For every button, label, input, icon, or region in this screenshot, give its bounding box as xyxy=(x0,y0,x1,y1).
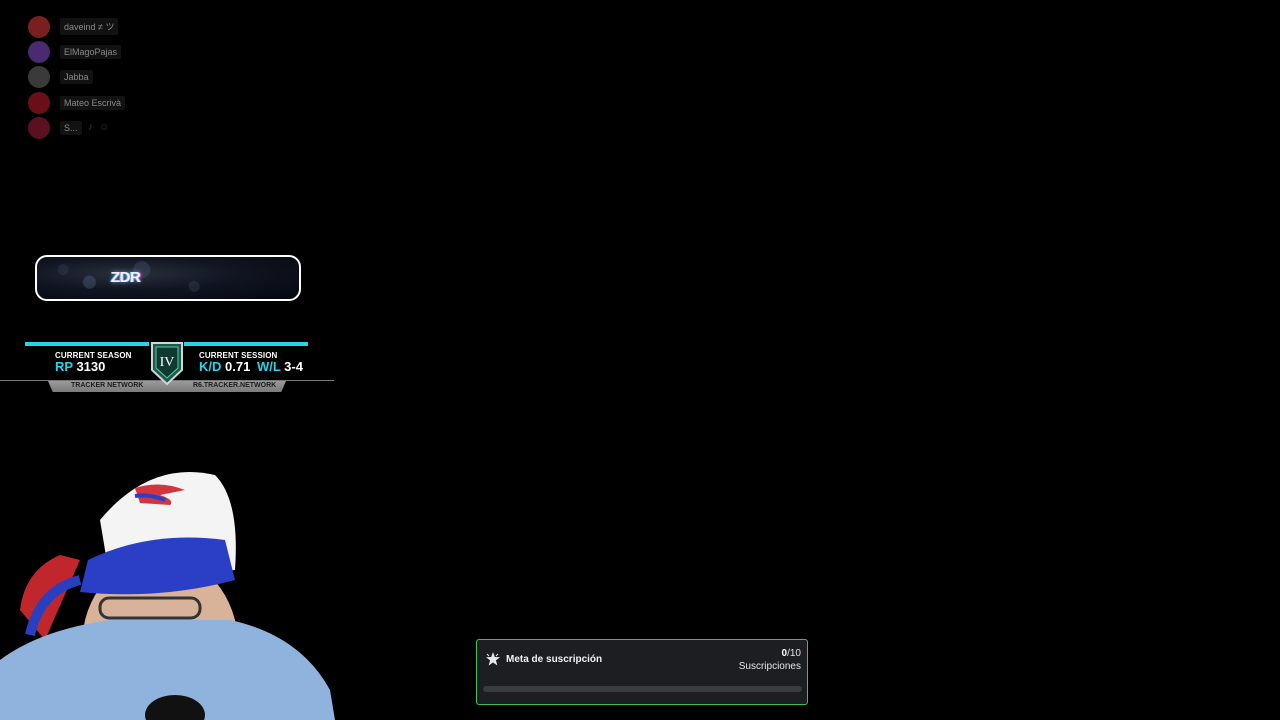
tracker-accent-bar-left xyxy=(25,342,149,346)
rp-value: 3130 xyxy=(76,359,106,374)
banner-name-text: ZDR xyxy=(111,269,141,286)
voice-user-row: S... ♪ ☺ xyxy=(28,115,125,140)
star-badge-icon xyxy=(486,652,500,666)
wl-value: 3-4 xyxy=(284,359,303,374)
goal-unit: Suscripciones xyxy=(738,661,801,672)
rp-label: RP xyxy=(55,359,73,374)
voice-chat-list: daveind ≠ ツ ElMagoPajas Jabba Mateo Escrivà… xyxy=(28,14,126,140)
purple-avatar-icon xyxy=(28,40,50,63)
voice-user-row: Mateo Escrivà xyxy=(28,90,126,115)
rp-stat: RP 3130 xyxy=(55,359,105,374)
session-stats: K/D 0.71 W/L 3-4 xyxy=(199,359,303,374)
name-banner: ZDR xyxy=(35,255,301,301)
voice-user-row: Jabba xyxy=(28,65,125,90)
skull-avatar-icon xyxy=(28,116,50,139)
voice-user-name: ElMagoPajas xyxy=(60,44,122,59)
kd-value: 0.71 xyxy=(225,359,251,374)
goal-title: Meta de suscripción xyxy=(506,654,603,665)
wl-label: W/L xyxy=(256,359,281,374)
voice-user-name: Jabba xyxy=(60,70,93,85)
subscription-goal-widget: Meta de suscripción 0/10 Suscripciones xyxy=(476,639,808,705)
voice-user-name: daveind ≠ ツ xyxy=(60,18,119,36)
voice-user-row: ElMagoPajas xyxy=(28,39,125,64)
banner-background xyxy=(37,257,299,299)
voice-user-row: daveind ≠ ツ xyxy=(28,14,125,39)
tracker-accent-bar-right xyxy=(184,342,308,346)
voice-status-icons: ♪ ☺ xyxy=(87,122,112,134)
goal-progress-bar xyxy=(483,686,802,692)
gray-avatar-icon xyxy=(28,66,50,89)
rank-text: IV xyxy=(160,355,175,370)
goal-target: /10 xyxy=(787,648,801,659)
r6-tracker-widget: CURRENT SEASON RP 3130 IV CURRENT SESSIO… xyxy=(0,340,334,392)
tracker-footer-right: R6.TRACKER.NETWORK xyxy=(193,382,277,389)
kd-label: K/D xyxy=(199,359,222,374)
webcam-feed xyxy=(0,460,335,720)
rank-shield-icon: IV xyxy=(151,342,183,386)
voice-user-name: S... xyxy=(60,120,82,135)
goal-count: 0/10 xyxy=(782,648,801,659)
crimson-avatar-icon xyxy=(28,91,50,114)
red-avatar-icon xyxy=(28,15,50,38)
voice-user-name: Mateo Escrivà xyxy=(60,95,126,110)
tracker-footer-left: TRACKER NETWORK xyxy=(71,382,144,389)
